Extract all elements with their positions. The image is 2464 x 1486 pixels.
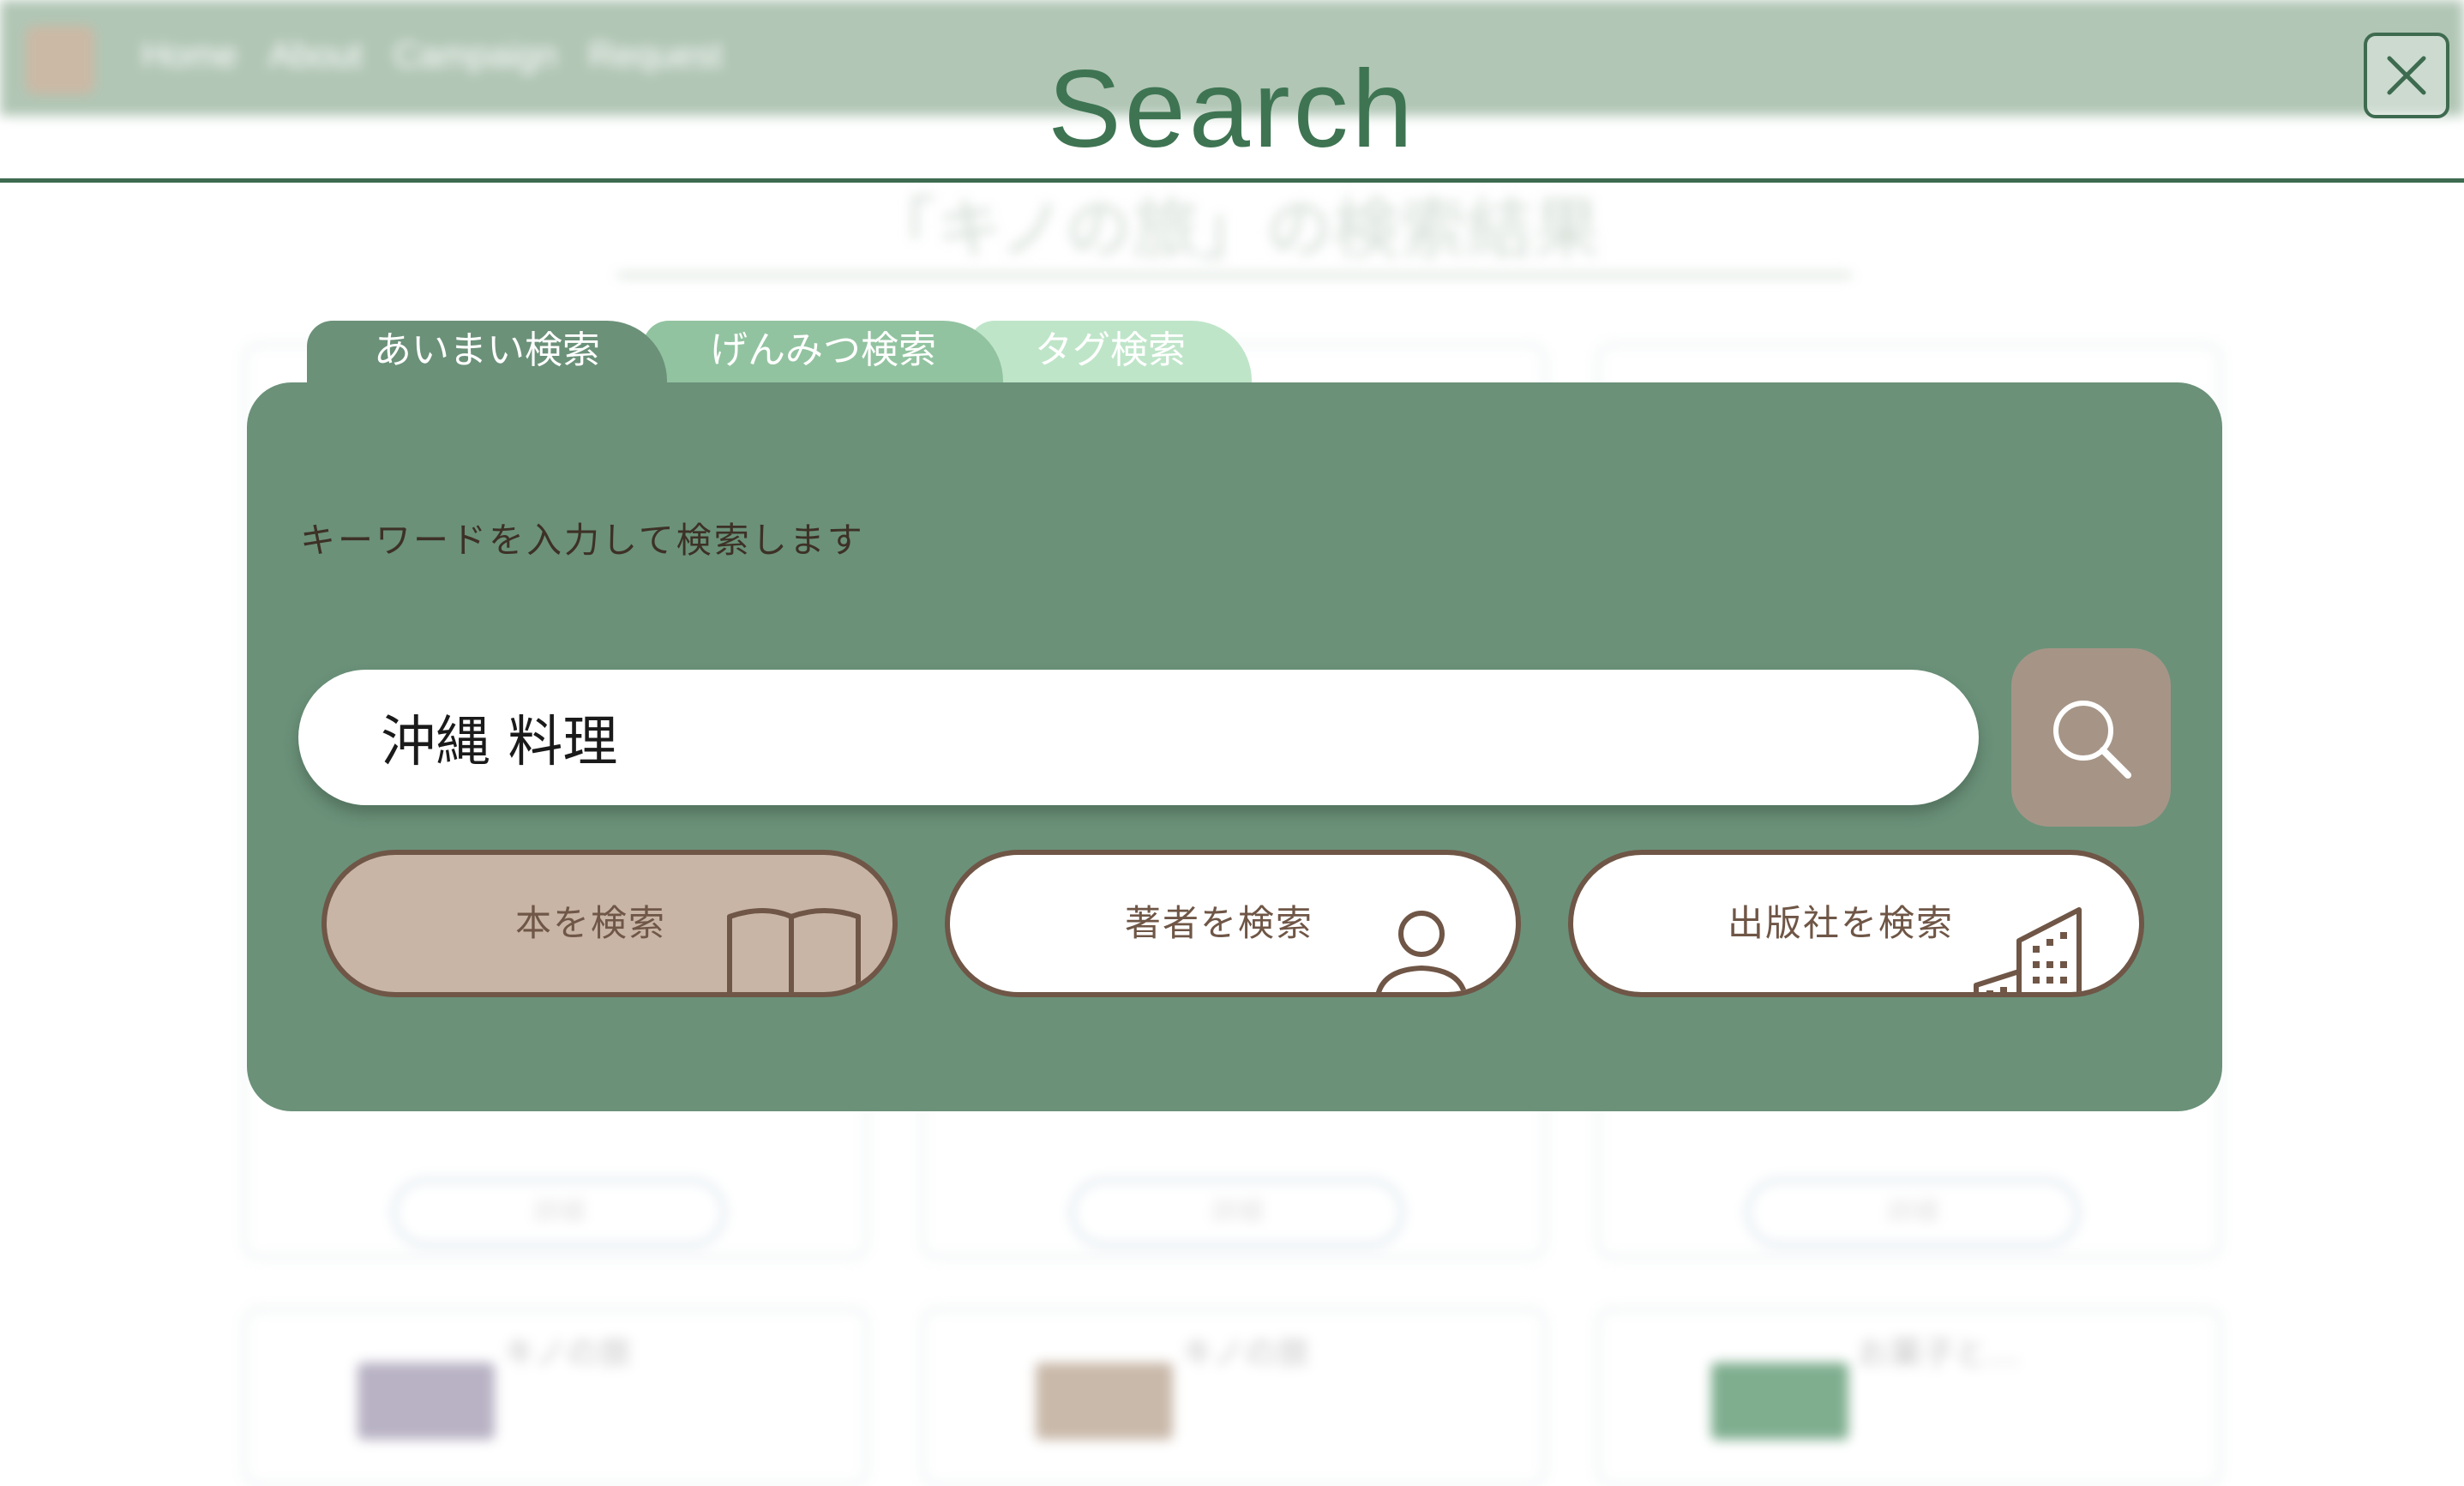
tab-label: げんみつ検索	[710, 328, 936, 372]
background-card: キノの旅	[243, 1308, 868, 1486]
search-panel: キーワードを入力して検索します 沖縄 料理 本を検索 著者を検索 出版社を検索	[247, 382, 2222, 1111]
search-books-label: 本を検索	[515, 902, 667, 944]
search-authors-label: 著者を検索	[1125, 902, 1314, 944]
search-publishers-button[interactable]: 出版社を検索	[1568, 850, 2144, 997]
background-card-title: お菓子と…	[1857, 1334, 2021, 1372]
background-card: お菓子と…	[1596, 1308, 2222, 1486]
background-card: キノの旅	[921, 1308, 1547, 1486]
person-icon	[1376, 911, 1467, 992]
modal-header: Search	[0, 0, 2464, 183]
background-card-button: 詳細	[1746, 1178, 2080, 1247]
search-description: キーワードを入力して検索します	[300, 520, 865, 561]
search-icon	[2053, 701, 2131, 779]
search-books-button[interactable]: 本を検索	[322, 850, 898, 997]
tab-label: あいまい検索	[374, 328, 600, 372]
header-divider	[0, 178, 2464, 183]
building-icon	[1974, 907, 2082, 992]
background-card-button: 詳細	[392, 1178, 726, 1247]
modal-title: Search	[1048, 48, 1416, 171]
close-button[interactable]	[2364, 33, 2449, 118]
background-thumbnail	[1711, 1363, 1848, 1440]
background-card-button: 詳細	[1070, 1178, 1404, 1247]
tab-label: タグ検索	[1035, 328, 1186, 372]
background-thumbnail	[358, 1363, 495, 1440]
background-card-title: キノの旅	[1181, 1334, 1310, 1372]
search-publishers-label: 出版社を検索	[1728, 902, 1955, 944]
search-submit-button[interactable]	[2011, 648, 2171, 827]
book-icon	[727, 908, 861, 992]
search-input[interactable]: 沖縄 料理	[298, 670, 1979, 805]
background-divider	[617, 273, 1852, 278]
search-input-value: 沖縄 料理	[381, 711, 618, 774]
close-icon	[2387, 56, 2426, 95]
background-card-title: キノの旅	[503, 1334, 632, 1372]
background-result-title: 「キノの旅」の検索結果	[868, 191, 1601, 268]
search-authors-button[interactable]: 著者を検索	[945, 850, 1521, 997]
background-thumbnail	[1036, 1363, 1173, 1440]
